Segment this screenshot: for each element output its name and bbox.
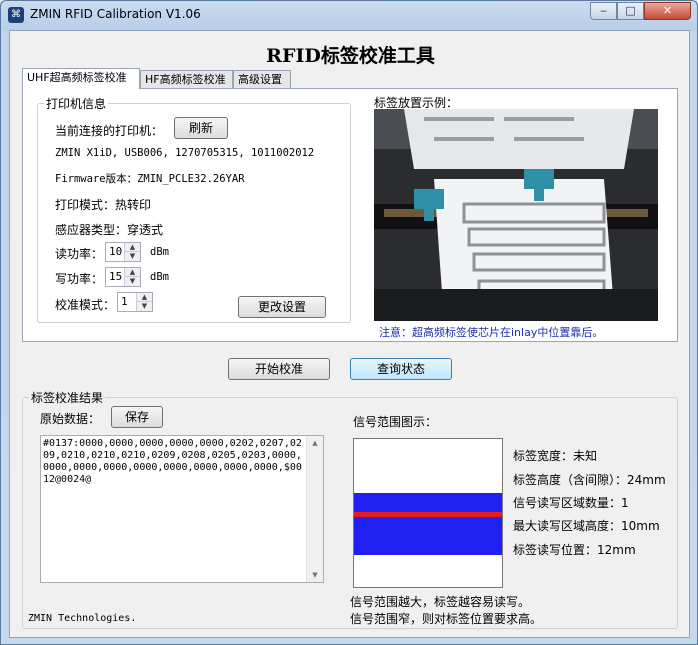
label-placement-photo: [374, 109, 658, 321]
maximize-button[interactable]: □: [617, 2, 644, 20]
calib-mode-stepper[interactable]: 1 ▲ ▼: [117, 292, 153, 312]
uhf-tab-panel: 打印机信息 当前连接的打印机： 刷新 ZMIN X1iD, USB006, 12…: [22, 88, 678, 342]
scroll-up-icon[interactable]: ▲: [307, 436, 323, 450]
signal-range-svg: [354, 493, 502, 555]
chevron-down-icon[interactable]: ▼: [125, 277, 140, 286]
hint-wide: 信号范围越大，标签越容易读写。: [350, 595, 531, 609]
company-name: ZMIN Technologies.: [28, 613, 137, 624]
chevron-up-icon[interactable]: ▲: [137, 293, 152, 302]
window-title: ZMIN RFID Calibration V1.06: [30, 7, 201, 21]
sensor-type: 感应器类型：穿透式: [55, 223, 164, 237]
results-group-label: 标签校准结果: [29, 389, 106, 406]
chevron-up-icon[interactable]: ▲: [125, 268, 140, 277]
change-settings-button[interactable]: 更改设置: [238, 296, 326, 318]
title-bar[interactable]: ⌘ ZMIN RFID Calibration V1.06 ‒ □ ✕: [1, 1, 697, 29]
raw-data-textarea[interactable]: #0137:0000,0000,0000,0000,0000,0202,0207…: [40, 435, 324, 583]
close-button[interactable]: ✕: [644, 2, 691, 20]
read-power-stepper[interactable]: 10 ▲ ▼: [105, 242, 141, 262]
raw-data-label: 原始数据：: [40, 412, 101, 426]
tab-uhf[interactable]: UHF超高频标签校准: [22, 68, 140, 89]
chevron-down-icon[interactable]: ▼: [137, 302, 152, 311]
hint-narrow: 信号范围窄，则对标签位置要求高。: [350, 612, 543, 626]
stat-max-region-height: 最大读写区域高度：10mm: [513, 519, 660, 533]
signal-band: [354, 493, 502, 555]
write-power-arrows[interactable]: ▲ ▼: [124, 268, 140, 286]
tab-advanced[interactable]: 高级设置: [233, 70, 291, 88]
connected-printer-label: 当前连接的打印机：: [55, 124, 164, 138]
stat-label-width: 标签宽度：未知: [513, 449, 598, 463]
raw-data-text: #0137:0000,0000,0000,0000,0000,0202,0207…: [43, 438, 302, 485]
save-button[interactable]: 保存: [111, 406, 163, 428]
write-power-unit: dBm: [150, 271, 169, 283]
printer-photo-illustration: [374, 109, 658, 321]
start-calibration-button[interactable]: 开始校准: [228, 358, 330, 380]
read-power-unit: dBm: [150, 246, 169, 258]
read-power-label: 读功率：: [55, 247, 104, 261]
query-status-button[interactable]: 查询状态: [350, 358, 452, 380]
app-window: ⌘ ZMIN RFID Calibration V1.06 ‒ □ ✕ RFID…: [0, 0, 698, 645]
write-power-value: 15: [109, 270, 123, 283]
signal-range-label: 信号范围图示：: [353, 415, 438, 429]
app-icon: ⌘: [8, 7, 24, 23]
signal-center-line: [354, 512, 502, 517]
results-group: 标签校准结果 原始数据： 保存 #0137:0000,0000,0000,000…: [22, 389, 678, 629]
printer-info-group-label: 打印机信息: [44, 95, 109, 112]
printer-line: ZMIN X1iD, USB006, 1270705315, 101100201…: [55, 147, 315, 159]
chevron-up-icon[interactable]: ▲: [125, 243, 140, 252]
firmware-row: Firmware版本：ZMIN_PCLE32.26YAR: [55, 171, 245, 186]
minimize-button[interactable]: ‒: [590, 2, 617, 20]
client-area: RFID标签校准工具 UHF超高频标签校准 HF高频标签校准 高级设置 打印机信…: [9, 30, 690, 638]
refresh-button[interactable]: 刷新: [174, 117, 228, 139]
sample-note: 注意：超高频标签使芯片在inlay中位置靠后。: [379, 326, 604, 339]
calib-mode-arrows[interactable]: ▲ ▼: [136, 293, 152, 311]
write-power-label: 写功率：: [55, 272, 104, 286]
scroll-down-icon[interactable]: ▼: [307, 568, 323, 582]
chevron-down-icon[interactable]: ▼: [125, 252, 140, 261]
calib-mode-value: 1: [121, 295, 128, 308]
signal-range-diagram: [353, 438, 503, 588]
firmware-value: ZMIN_PCLE32.26YAR: [137, 173, 245, 185]
read-power-value: 10: [109, 245, 123, 258]
stat-region-count: 信号读写区域数量：1: [513, 496, 629, 510]
raw-data-scrollbar[interactable]: ▲ ▼: [306, 436, 323, 582]
tab-hf[interactable]: HF高频标签校准: [140, 70, 233, 88]
read-power-arrows[interactable]: ▲ ▼: [124, 243, 140, 261]
page-title: RFID标签校准工具: [266, 45, 435, 67]
write-power-stepper[interactable]: 15 ▲ ▼: [105, 267, 141, 287]
calib-mode-label: 校准模式：: [55, 298, 116, 312]
firmware-label: Firmware版本：: [55, 173, 138, 185]
print-mode: 打印模式：热转印: [55, 198, 152, 212]
stat-rw-position: 标签读写位置：12mm: [513, 543, 636, 557]
printer-info-group: 打印机信息 当前连接的打印机： 刷新 ZMIN X1iD, USB006, 12…: [37, 95, 351, 323]
stat-label-height: 标签高度（含间隙）：24mm: [513, 473, 666, 487]
